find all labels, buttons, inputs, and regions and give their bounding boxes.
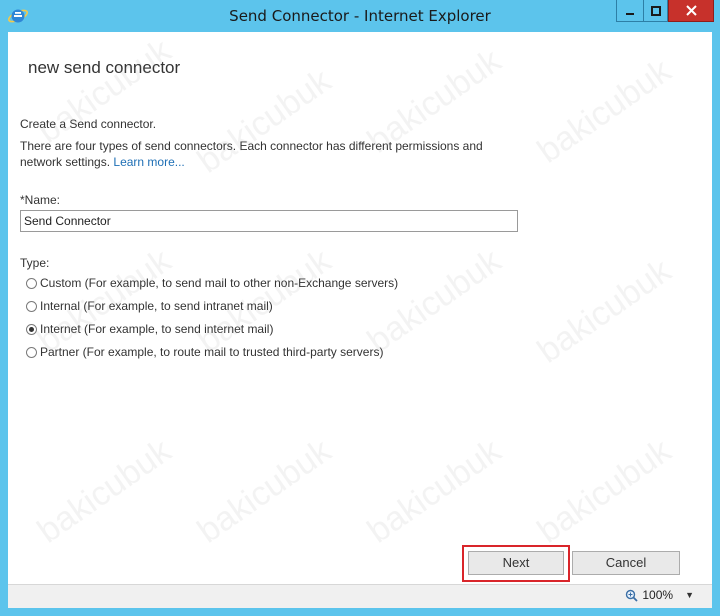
close-icon [685,5,697,16]
radio-partner[interactable] [26,346,37,358]
maximize-button[interactable] [643,0,668,22]
watermark: bakicubuk [530,251,678,371]
dialog-content: new send connector Create a Send connect… [8,32,712,584]
intro-text: Create a Send connector. [20,117,157,131]
window-title: Send Connector - Internet Explorer [229,7,491,25]
type-option-label: Custom (For example, to send mail to oth… [40,276,399,290]
description-text: There are four types of send connectors.… [20,138,500,170]
minimize-icon [626,12,634,15]
next-button[interactable]: Next [468,551,564,575]
type-label: Type: [20,256,50,270]
learn-more-link[interactable]: Learn more... [113,155,184,169]
watermark: bakicubuk [360,241,508,361]
type-option-label: Internal (For example, to send intranet … [40,299,273,313]
title-bar: Send Connector - Internet Explorer [0,0,720,32]
type-option-label: Internet (For example, to send internet … [40,322,274,336]
radio-internal[interactable] [26,300,37,312]
status-bar: 100% ▼ [8,584,712,608]
watermark: bakicubuk [360,431,508,551]
name-label: *Name: [20,193,61,207]
radio-custom[interactable] [26,277,37,289]
type-option-partner[interactable]: Partner (For example, to route mail to t… [26,345,383,359]
type-option-internal[interactable]: Internal (For example, to send intranet … [26,299,273,313]
maximize-icon [650,5,661,16]
zoom-icon [626,589,639,602]
description-body: There are four types of send connectors.… [20,139,483,169]
name-input[interactable] [20,210,518,232]
type-option-internet[interactable]: Internet (For example, to send internet … [26,322,273,336]
type-option-custom[interactable]: Custom (For example, to send mail to oth… [26,276,398,290]
minimize-button[interactable] [616,0,643,22]
zoom-level: 100% [642,588,674,602]
radio-internet[interactable] [26,323,37,335]
close-button[interactable] [668,0,714,22]
watermark: bakicubuk [190,431,338,551]
page-title: new send connector [28,58,181,77]
watermark: bakicubuk [530,51,678,171]
zoom-control[interactable]: 100% ▼ [625,588,694,602]
cancel-button[interactable]: Cancel [572,551,680,575]
watermark: bakicubuk [530,431,678,551]
type-option-label: Partner (For example, to route mail to t… [40,345,384,359]
watermark: bakicubuk [30,31,178,151]
chevron-down-icon: ▼ [685,590,694,600]
watermark: bakicubuk [30,431,178,551]
